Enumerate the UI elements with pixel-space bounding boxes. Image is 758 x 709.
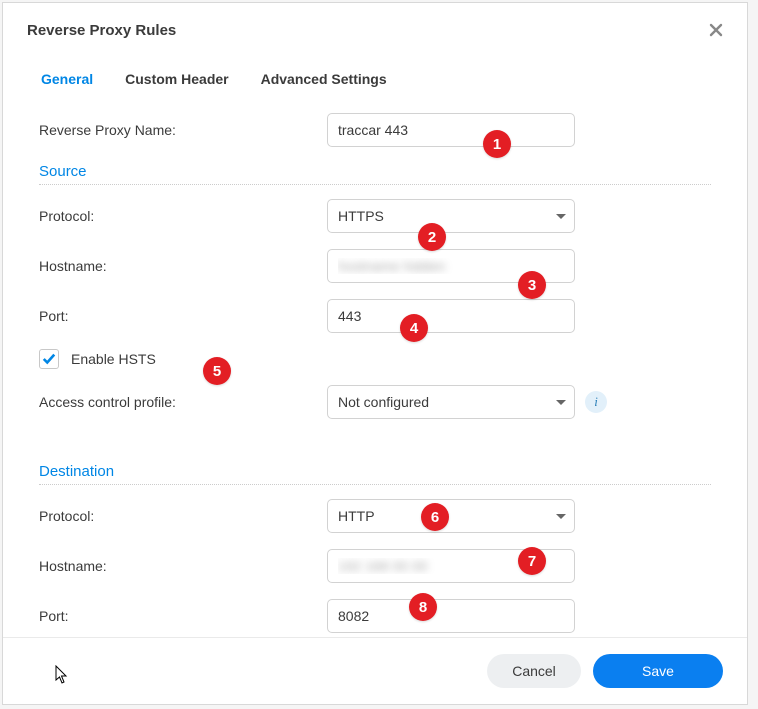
enable-hsts-checkbox[interactable] [39, 349, 59, 369]
access-profile-select[interactable]: Not configured [327, 385, 575, 419]
dest-protocol-value: HTTP [338, 508, 375, 524]
row-access-profile: Access control profile: Not configured i [39, 385, 711, 419]
dest-port-label: Port: [39, 608, 327, 624]
access-profile-value: Not configured [338, 394, 429, 410]
dialog-footer: Cancel Save [3, 637, 747, 704]
row-source-hostname: Hostname: [39, 249, 711, 283]
dest-port-input[interactable] [327, 599, 575, 633]
dest-hostname-label: Hostname: [39, 558, 327, 574]
row-proxy-name: Reverse Proxy Name: [39, 113, 711, 147]
tab-advanced-settings[interactable]: Advanced Settings [259, 65, 389, 97]
row-dest-protocol: Protocol: HTTP [39, 499, 711, 533]
proxy-name-label: Reverse Proxy Name: [39, 122, 327, 138]
section-title-destination: Destination [39, 463, 711, 480]
tab-general[interactable]: General [39, 65, 95, 97]
chevron-down-icon [556, 214, 566, 219]
source-hostname-label: Hostname: [39, 258, 327, 274]
enable-hsts-label: Enable HSTS [71, 351, 156, 367]
row-dest-port: Port: [39, 599, 711, 633]
source-protocol-label: Protocol: [39, 208, 327, 224]
cursor-icon [55, 665, 69, 685]
close-button[interactable] [707, 21, 725, 39]
close-icon [709, 23, 723, 37]
tab-content-general: Reverse Proxy Name: Source Protocol: HTT… [3, 97, 747, 637]
row-source-port: Port: [39, 299, 711, 333]
row-enable-hsts: Enable HSTS [39, 349, 711, 369]
dest-protocol-select[interactable]: HTTP [327, 499, 575, 533]
annotation-marker-7: 7 [518, 547, 546, 575]
annotation-marker-5: 5 [203, 357, 231, 385]
divider [39, 484, 711, 485]
check-icon [42, 352, 56, 366]
annotation-marker-4: 4 [400, 314, 428, 342]
dest-protocol-label: Protocol: [39, 508, 327, 524]
save-button[interactable]: Save [593, 654, 723, 688]
source-port-label: Port: [39, 308, 327, 324]
source-port-input[interactable] [327, 299, 575, 333]
cancel-button[interactable]: Cancel [487, 654, 581, 688]
chevron-down-icon [556, 400, 566, 405]
tab-custom-header[interactable]: Custom Header [123, 65, 230, 97]
source-protocol-select[interactable]: HTTPS [327, 199, 575, 233]
annotation-marker-6: 6 [421, 503, 449, 531]
annotation-marker-1: 1 [483, 130, 511, 158]
annotation-marker-2: 2 [418, 223, 446, 251]
chevron-down-icon [556, 514, 566, 519]
section-title-source: Source [39, 163, 711, 180]
reverse-proxy-dialog: Reverse Proxy Rules General Custom Heade… [2, 2, 748, 705]
row-source-protocol: Protocol: HTTPS [39, 199, 711, 233]
divider [39, 184, 711, 185]
dialog-header: Reverse Proxy Rules [3, 3, 747, 53]
source-protocol-value: HTTPS [338, 208, 384, 224]
dialog-title: Reverse Proxy Rules [27, 22, 176, 39]
info-icon[interactable]: i [585, 391, 607, 413]
annotation-marker-3: 3 [518, 271, 546, 299]
annotation-marker-8: 8 [409, 593, 437, 621]
row-dest-hostname: Hostname: [39, 549, 711, 583]
proxy-name-input[interactable] [327, 113, 575, 147]
access-profile-label: Access control profile: [39, 394, 327, 410]
tabs-bar: General Custom Header Advanced Settings [3, 53, 747, 97]
